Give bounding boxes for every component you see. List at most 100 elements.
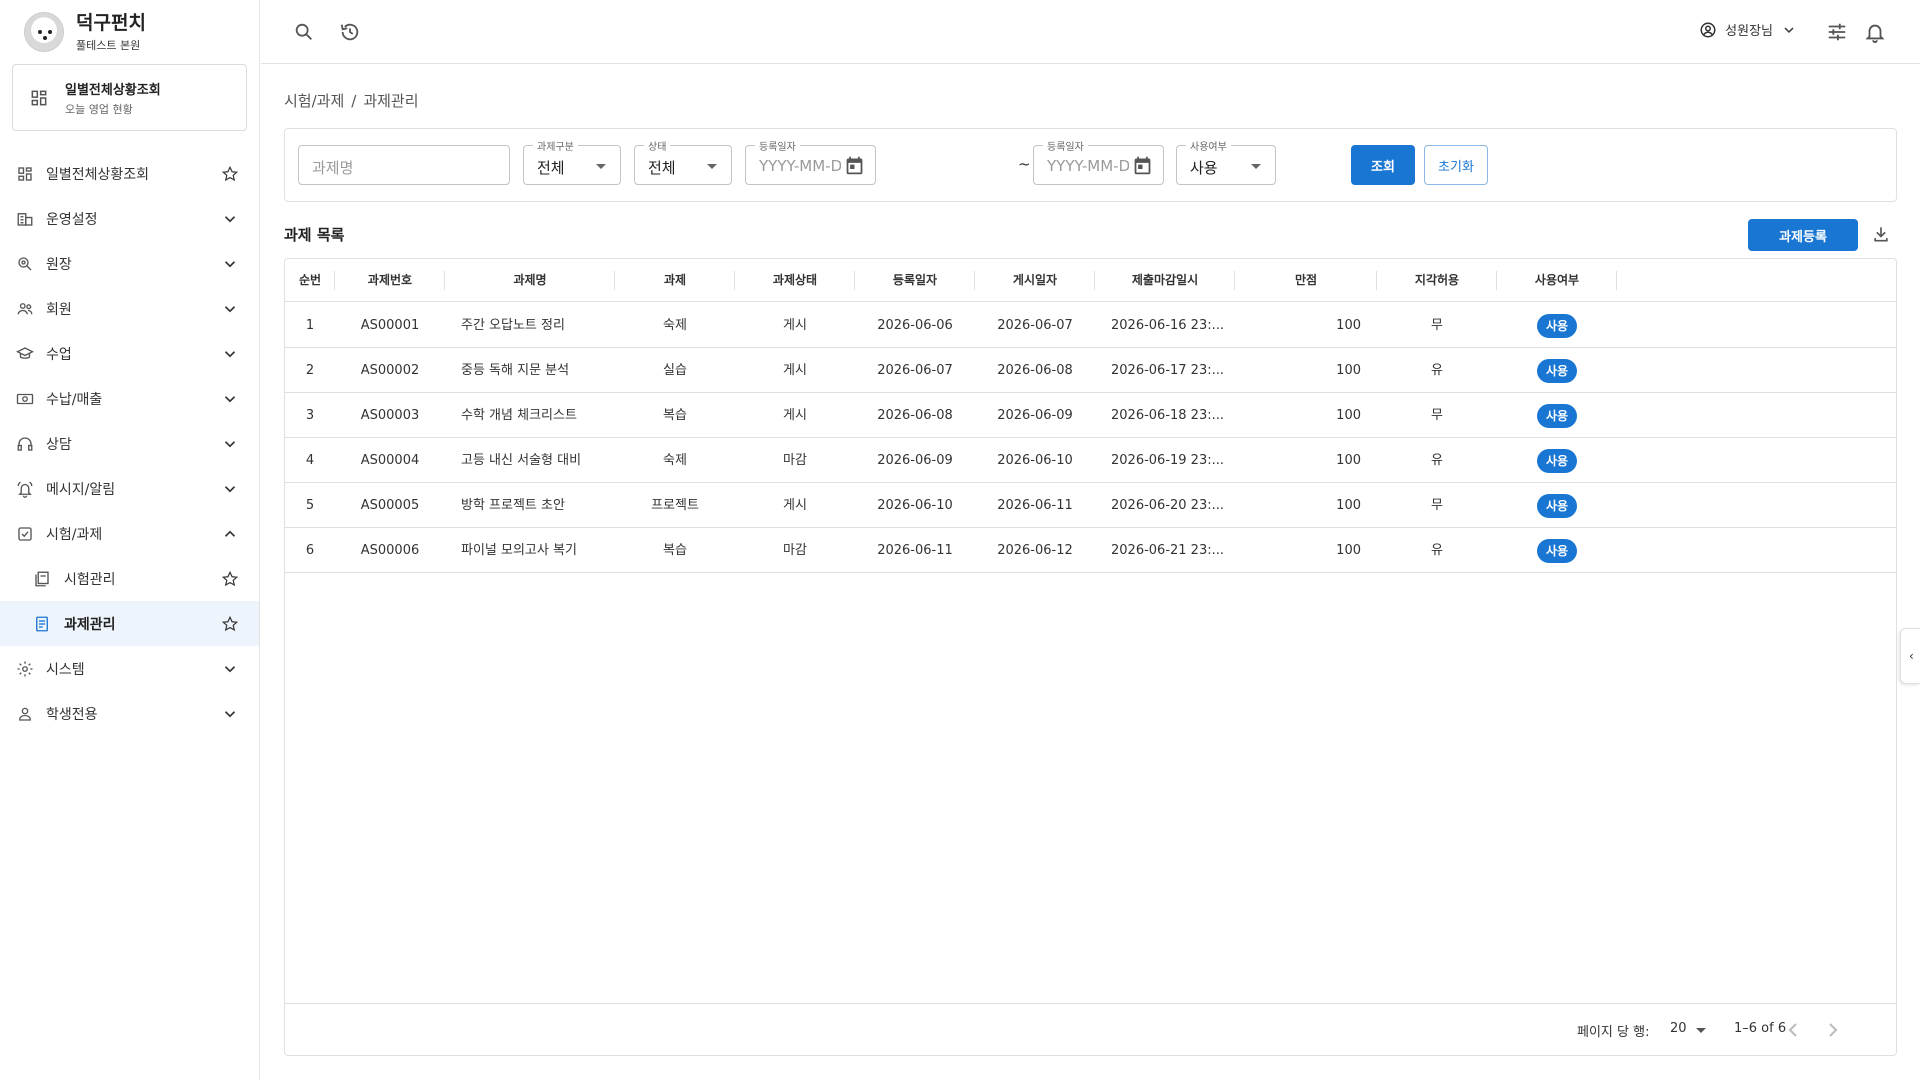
breadcrumb-separator: /: [351, 92, 357, 110]
column-header[interactable]: 과제상태: [735, 259, 855, 302]
table-cell: 3: [305, 408, 315, 423]
chevron-down-icon[interactable]: [221, 345, 239, 363]
chevron-left-icon[interactable]: [1781, 1018, 1805, 1042]
column-header[interactable]: 과제번호: [335, 259, 445, 302]
status-select[interactable]: 상태 전체: [634, 138, 732, 185]
table-cell: 숙제: [663, 318, 687, 333]
chevron-up-icon[interactable]: [221, 525, 239, 543]
brand[interactable]: 덕구펀치 풀테스트 본원: [0, 0, 259, 64]
search-button[interactable]: 조회: [1351, 145, 1415, 185]
table-row[interactable]: 2 AS00002 중등 독해 지문 분석 실습 게시 2026-06-07 2026-06…: [285, 348, 1896, 393]
sidebar-item-label: 학생전용: [46, 706, 98, 723]
table-cell: 2026-06-09: [877, 453, 953, 468]
chevron-down-icon[interactable]: [221, 390, 239, 408]
sidebar-item-label: 일별전체상황조회: [46, 166, 150, 183]
checkbox-icon: [18, 526, 32, 541]
assignment-type-select[interactable]: 과제구분 전체: [523, 138, 621, 185]
column-header[interactable]: 지각허용: [1377, 259, 1497, 302]
main-content: 시험/과제 / 과제관리 과제명 과제구분 전체 상태 전체 등록일자 YYYY-M…: [261, 64, 1920, 1080]
table-cell: 사용: [1497, 483, 1617, 528]
sidebar-item[interactable]: 회원: [0, 286, 259, 331]
star-icon[interactable]: [221, 165, 239, 183]
column-header[interactable]: 순번: [285, 259, 335, 302]
calendar-icon[interactable]: [844, 155, 865, 176]
chevron-down-icon[interactable]: [221, 660, 239, 678]
table-cell: 2026-06-18 23:...: [1111, 408, 1225, 423]
person-icon: [19, 707, 31, 721]
sidebar-nav: 일별전체상황조회운영설정 원장 회원 수업 수납/매출상담메시지/알림 시험/과제 시험관리…: [0, 151, 259, 736]
search-icon[interactable]: [293, 21, 315, 43]
table-cell: AS00003: [360, 408, 420, 423]
assignment-name-input[interactable]: 과제명: [298, 145, 510, 185]
today-status-card[interactable]: 일별전체상황조회 오늘 영업 현황: [12, 64, 247, 131]
sidebar-item[interactable]: 수납/매출: [0, 376, 259, 421]
sidebar-item[interactable]: 운영설정: [0, 196, 259, 241]
sidebar-item[interactable]: 과제관리: [0, 601, 259, 646]
chevron-down-icon[interactable]: [221, 300, 239, 318]
table-cell: 사용: [1497, 528, 1617, 573]
rows-per-page-select[interactable]: 20: [1670, 1021, 1687, 1036]
status-badge: 사용: [1536, 358, 1578, 383]
column-header[interactable]: 제출마감일시: [1095, 259, 1235, 302]
table-header: 순번 과제번호 과제명 과제 과제상태 등록일자 게시일자 제출마감일시 만점 지각허용 사용여부: [285, 259, 1896, 302]
column-header[interactable]: 과제: [615, 259, 735, 302]
table-row[interactable]: 1 AS00001 주간 오답노트 정리 숙제 게시 2026-06-06 2026-06-…: [285, 303, 1896, 348]
director-icon: [18, 256, 32, 270]
table-row[interactable]: 5 AS00005 방학 프로젝트 초안 프로젝트 게시 2026-06-10 2026-0…: [285, 483, 1896, 528]
date-to-input[interactable]: 등록일자 YYYY-MM-DD: [1033, 138, 1164, 185]
table-cell: 2026-06-06: [877, 318, 953, 333]
sidebar-item[interactable]: 학생전용: [0, 691, 259, 736]
sidebar-item[interactable]: 시험/과제: [0, 511, 259, 556]
chevron-down-icon[interactable]: [221, 435, 239, 453]
user-menu[interactable]: 성원장님: [1699, 20, 1797, 39]
sidebar-item[interactable]: 시스템: [0, 646, 259, 691]
table-cell: 중등 독해 지문 분석: [461, 363, 570, 378]
table-cell: 방학 프로젝트 초안: [461, 498, 565, 513]
table-cell: 100: [1336, 543, 1361, 558]
bell-icon[interactable]: [1864, 21, 1886, 43]
chevron-right-icon[interactable]: [1821, 1018, 1845, 1042]
sidebar-item[interactable]: 시험관리: [0, 556, 259, 601]
user-name: 성원장님: [1725, 24, 1773, 39]
table-cell: AS00006: [360, 543, 420, 558]
chevron-down-icon[interactable]: [221, 255, 239, 273]
breadcrumb-parent[interactable]: 시험/과제: [284, 92, 344, 110]
date-from-input[interactable]: 등록일자 YYYY-MM-DD: [745, 138, 876, 185]
table-row[interactable]: 3 AS00003 수학 개념 체크리스트 복습 게시 2026-06-08 2026-06…: [285, 393, 1896, 438]
table-row[interactable]: 4 AS00004 고등 내신 서술형 대비 숙제 마감 2026-06-09 2026-0…: [285, 438, 1896, 483]
history-icon[interactable]: [339, 21, 361, 43]
sidebar-item-label: 시스템: [46, 661, 85, 678]
download-icon[interactable]: [1871, 224, 1891, 244]
chevron-down-icon[interactable]: [221, 210, 239, 228]
reset-button[interactable]: 초기화: [1424, 145, 1488, 185]
calendar-icon[interactable]: [1132, 155, 1153, 176]
sidebar-item[interactable]: 수업: [0, 331, 259, 376]
sidebar-item-label: 상담: [46, 436, 72, 453]
table-row[interactable]: 6 AS00006 파이널 모의고사 복기 복습 마감 2026-06-11 2026-06…: [285, 528, 1896, 573]
sidebar-item[interactable]: 상담: [0, 421, 259, 466]
table-cell: 2026-06-11: [877, 543, 953, 558]
use-status-select[interactable]: 사용여부 사용: [1176, 138, 1276, 185]
chevron-down-icon[interactable]: [221, 480, 239, 498]
star-icon[interactable]: [221, 570, 239, 588]
date-range-tilde: ~: [1018, 155, 1031, 173]
add-assignment-button[interactable]: 과제등록: [1748, 219, 1858, 251]
tune-icon[interactable]: [1826, 21, 1848, 43]
column-header[interactable]: 만점: [1235, 259, 1377, 302]
star-icon[interactable]: [221, 615, 239, 633]
sidebar-item[interactable]: 원장: [0, 241, 259, 286]
column-header[interactable]: 게시일자: [975, 259, 1095, 302]
column-header[interactable]: 사용여부: [1497, 259, 1617, 302]
today-card-title: 일별전체상황조회: [65, 82, 161, 98]
dropdown-arrow-icon[interactable]: [1696, 1028, 1706, 1033]
account-circle-icon: [1700, 22, 1716, 37]
column-header[interactable]: 과제명: [445, 259, 615, 302]
side-panel-toggle[interactable]: ‹: [1900, 628, 1920, 684]
sidebar-item[interactable]: 메시지/알림: [0, 466, 259, 511]
table-cell: 2026-06-12: [997, 543, 1073, 558]
filter-panel: 과제명 과제구분 전체 상태 전체 등록일자 YYYY-MM-DD ~ 등록일자…: [284, 128, 1897, 202]
chevron-down-icon[interactable]: [221, 705, 239, 723]
table-cell: 2026-06-17 23:...: [1111, 363, 1225, 378]
column-header[interactable]: 등록일자: [855, 259, 975, 302]
sidebar-item[interactable]: 일별전체상황조회: [0, 151, 259, 196]
